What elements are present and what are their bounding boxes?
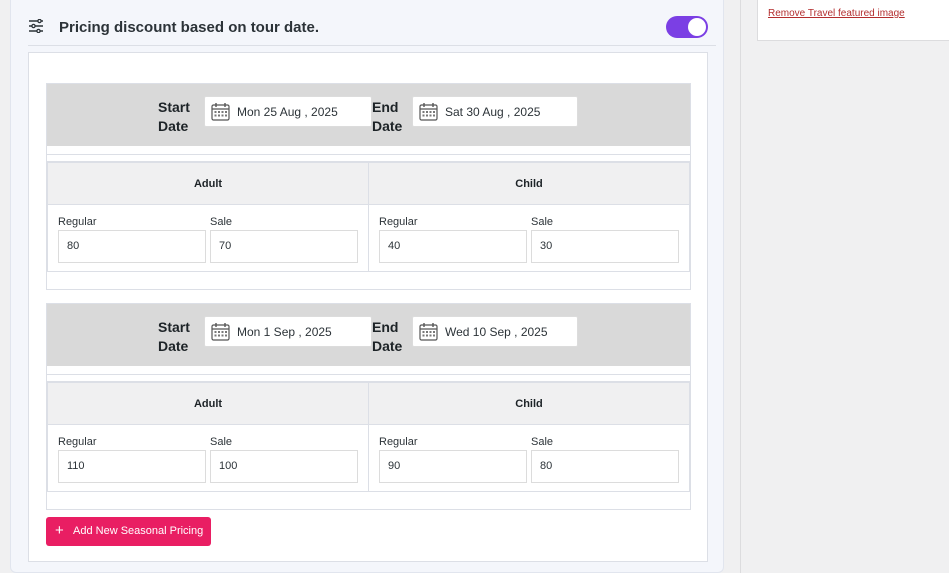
price-grid: Adult Regular 110 Sale 100 Child Regular… (47, 382, 690, 492)
start-date-label: Start Date (158, 319, 190, 354)
child-regular-label: Regular (379, 216, 418, 228)
start-date-input[interactable]: Mon 25 Aug , 2025 (204, 96, 372, 127)
start-date-input[interactable]: Mon 1 Sep , 2025 (204, 316, 372, 347)
remove-featured-image-link[interactable]: Remove Travel featured image (768, 8, 905, 19)
season-block: Start Date Mon 1 Sep , 2025 End Date Wed… (46, 303, 691, 510)
add-seasonal-pricing-button[interactable]: + Add New Seasonal Pricing (46, 517, 211, 546)
adult-header: Adult (48, 163, 368, 205)
panel-header: Pricing discount based on tour date. (28, 0, 716, 46)
adult-regular-input[interactable]: 80 (58, 230, 206, 263)
price-grid: Adult Regular 80 Sale 70 Child Regular 4… (47, 162, 690, 272)
calendar-icon (211, 323, 230, 341)
adult-regular-input[interactable]: 110 (58, 450, 206, 483)
start-date-value: Mon 25 Aug , 2025 (237, 105, 338, 119)
child-column: Child Regular 40 Sale 30 (369, 163, 689, 271)
date-bar: Start Date Mon 25 Aug , 2025 End Date Sa… (47, 84, 690, 146)
adult-regular-label: Regular (58, 436, 97, 448)
child-sale-input[interactable]: 30 (531, 230, 679, 263)
child-header: Child (369, 383, 689, 425)
add-button-label: Add New Seasonal Pricing (73, 525, 204, 537)
sliders-icon (29, 19, 43, 33)
child-regular-input[interactable]: 40 (379, 230, 527, 263)
start-date-label: Start Date (158, 99, 190, 134)
season-block: Start Date Mon 25 Aug , 2025 End Date Sa… (46, 83, 691, 290)
child-header: Child (369, 163, 689, 205)
adult-column: Adult Regular 110 Sale 100 (48, 383, 369, 491)
divider (47, 374, 690, 382)
seasonal-pricing-panel: Pricing discount based on tour date. Sta… (10, 0, 724, 573)
child-column: Child Regular 90 Sale 80 (369, 383, 689, 491)
seasons-container: Start Date Mon 25 Aug , 2025 End Date Sa… (28, 52, 708, 562)
date-bar: Start Date Mon 1 Sep , 2025 End Date Wed… (47, 304, 690, 366)
featured-image-box: Remove Travel featured image (757, 0, 949, 41)
adult-sale-label: Sale (210, 216, 233, 228)
adult-sale-input[interactable]: 70 (210, 230, 358, 263)
adult-header: Adult (48, 383, 368, 425)
column-separator (740, 0, 741, 573)
divider (47, 154, 690, 162)
adult-regular-label: Regular (58, 216, 97, 228)
adult-sale-input[interactable]: 100 (210, 450, 358, 483)
calendar-icon (211, 103, 230, 121)
start-date-value: Mon 1 Sep , 2025 (237, 325, 332, 339)
adult-sale-label: Sale (210, 436, 233, 448)
child-sale-input[interactable]: 80 (531, 450, 679, 483)
calendar-icon (419, 323, 438, 341)
adult-column: Adult Regular 80 Sale 70 (48, 163, 369, 271)
child-sale-label: Sale (531, 216, 554, 228)
end-date-input[interactable]: Sat 30 Aug , 2025 (412, 96, 578, 127)
end-date-input[interactable]: Wed 10 Sep , 2025 (412, 316, 578, 347)
panel-title: Pricing discount based on tour date. (59, 19, 320, 36)
end-date-value: Wed 10 Sep , 2025 (445, 325, 548, 339)
end-date-label: End Date (372, 319, 403, 354)
end-date-label: End Date (372, 99, 403, 134)
child-sale-label: Sale (531, 436, 554, 448)
end-date-value: Sat 30 Aug , 2025 (445, 105, 541, 119)
seasonal-pricing-toggle[interactable] (666, 16, 708, 38)
calendar-icon (419, 103, 438, 121)
plus-icon: + (55, 522, 64, 539)
child-regular-input[interactable]: 90 (379, 450, 527, 483)
child-regular-label: Regular (379, 436, 418, 448)
toggle-knob (688, 18, 706, 36)
